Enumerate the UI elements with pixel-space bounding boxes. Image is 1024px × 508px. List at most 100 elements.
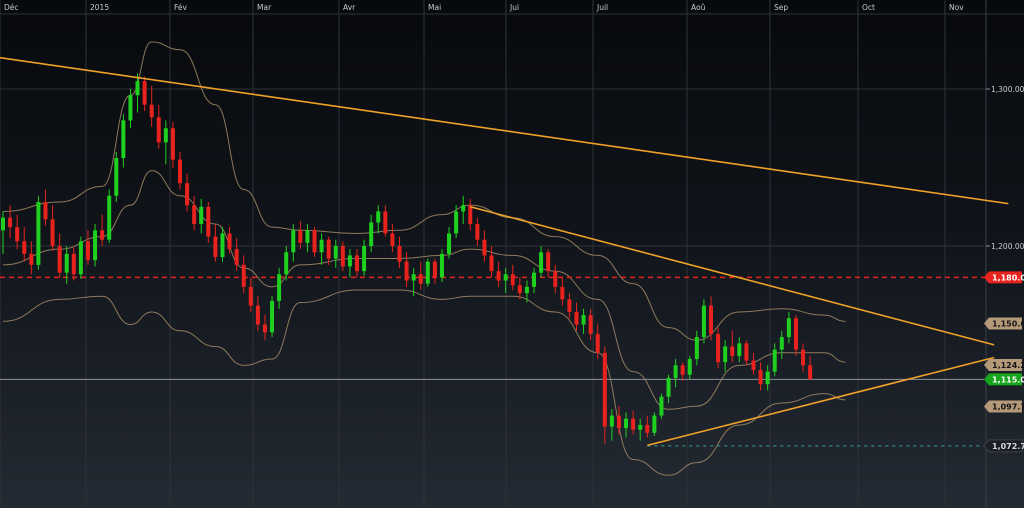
candle	[78, 236, 83, 279]
candle-body	[156, 117, 161, 143]
candle-body	[546, 252, 551, 272]
candle	[376, 205, 381, 234]
candle	[553, 264, 558, 294]
candlestick-chart[interactable]: Déc 2015 Fév Mar Avr Mai Jui Juil Aoû Sep Oct Nov 1…	[0, 0, 1024, 508]
candle	[1, 211, 5, 254]
candle	[432, 258, 437, 284]
candle	[425, 258, 430, 287]
candle	[602, 346, 607, 444]
candle	[270, 296, 275, 338]
candle-body	[305, 230, 310, 243]
price-tag-label: 1,180.00	[992, 273, 1024, 282]
candle-body	[680, 365, 685, 375]
candle-body	[510, 274, 515, 286]
candle	[496, 261, 501, 287]
candle-body	[652, 415, 657, 433]
candle-body	[397, 246, 402, 262]
candle	[163, 120, 168, 165]
price-tag: 1,180.00	[984, 271, 1024, 284]
price-tag: 1,150.64	[984, 317, 1024, 330]
chart-canvas[interactable]: Déc 2015 Fév Mar Avr Mai Jui Juil Aoû Sep Oct Nov 1…	[0, 0, 1024, 508]
candle-body	[114, 158, 119, 196]
candle-body	[36, 202, 41, 265]
candle-body	[333, 246, 338, 259]
candle-body	[220, 233, 225, 257]
candle	[319, 233, 324, 265]
candle	[390, 224, 395, 253]
candle	[489, 246, 494, 278]
candle-body	[439, 253, 444, 278]
candle-body	[78, 241, 83, 275]
time-tick-label: Mai	[428, 3, 441, 12]
candle-body	[93, 230, 98, 261]
time-tick-label: Aoû	[691, 3, 706, 12]
candle-body	[326, 239, 331, 259]
candle	[149, 85, 154, 127]
candle	[808, 355, 813, 380]
candle	[595, 324, 600, 360]
candle-body	[602, 352, 607, 427]
time-tick-label: Oct	[862, 3, 875, 12]
price-tick-label: 1,200.00	[991, 242, 1024, 251]
candle	[333, 239, 338, 268]
candle-body	[170, 128, 175, 160]
candle	[312, 227, 317, 257]
candle	[454, 205, 459, 239]
candle	[539, 246, 544, 278]
time-tick-label: Avr	[343, 3, 356, 12]
candle-body	[737, 343, 742, 356]
price-tag-label: 1,097.75	[992, 403, 1024, 412]
candle-body	[567, 299, 572, 312]
candle	[744, 340, 749, 366]
candle-body	[418, 274, 423, 284]
candle	[574, 302, 579, 331]
candle	[503, 267, 508, 294]
candle-body	[793, 318, 798, 350]
candle-body	[128, 95, 133, 121]
candle-body	[142, 81, 147, 105]
candle	[85, 230, 90, 265]
candle-body	[574, 311, 579, 325]
candle-body	[163, 128, 168, 143]
candle-body	[234, 249, 239, 265]
candle	[369, 214, 374, 253]
candle	[510, 264, 515, 290]
candle-body	[291, 230, 296, 253]
candle-body	[284, 252, 289, 275]
candle	[772, 343, 777, 377]
candle	[616, 406, 621, 435]
candle	[234, 238, 239, 272]
price-axis[interactable]: 1,300.00 1,200.00	[986, 85, 1024, 251]
candle-body	[532, 272, 536, 287]
candle-body	[149, 104, 154, 118]
trend-line[interactable]	[470, 205, 995, 346]
candle	[517, 277, 522, 300]
price-tag: 1,072.73	[983, 439, 1024, 453]
candle-body	[716, 333, 721, 363]
candle	[50, 205, 55, 251]
candle-body	[227, 233, 232, 250]
candle-body	[588, 315, 593, 334]
candle-body	[277, 274, 282, 301]
candle-body	[178, 159, 182, 184]
candle-body	[376, 211, 381, 223]
price-tag: 1,097.75	[984, 400, 1024, 413]
price-tag: 1,115.08	[984, 373, 1024, 386]
candle-body	[673, 365, 678, 378]
candle	[723, 340, 728, 372]
candle-body	[135, 81, 140, 96]
time-tick-label: Nov	[949, 3, 964, 12]
candle-body	[694, 337, 699, 360]
trend-line[interactable]	[647, 356, 995, 447]
candle-body	[255, 305, 260, 325]
candle	[666, 374, 671, 403]
candle	[659, 393, 664, 419]
price-tag: 1,124.20	[984, 359, 1024, 372]
price-tag-label: 1,150.64	[992, 319, 1024, 328]
candle	[142, 76, 147, 111]
trend-line[interactable]	[0, 56, 1009, 205]
candle	[779, 330, 784, 360]
candle	[581, 308, 586, 334]
candle-body	[666, 377, 671, 397]
candle-body	[786, 318, 791, 338]
